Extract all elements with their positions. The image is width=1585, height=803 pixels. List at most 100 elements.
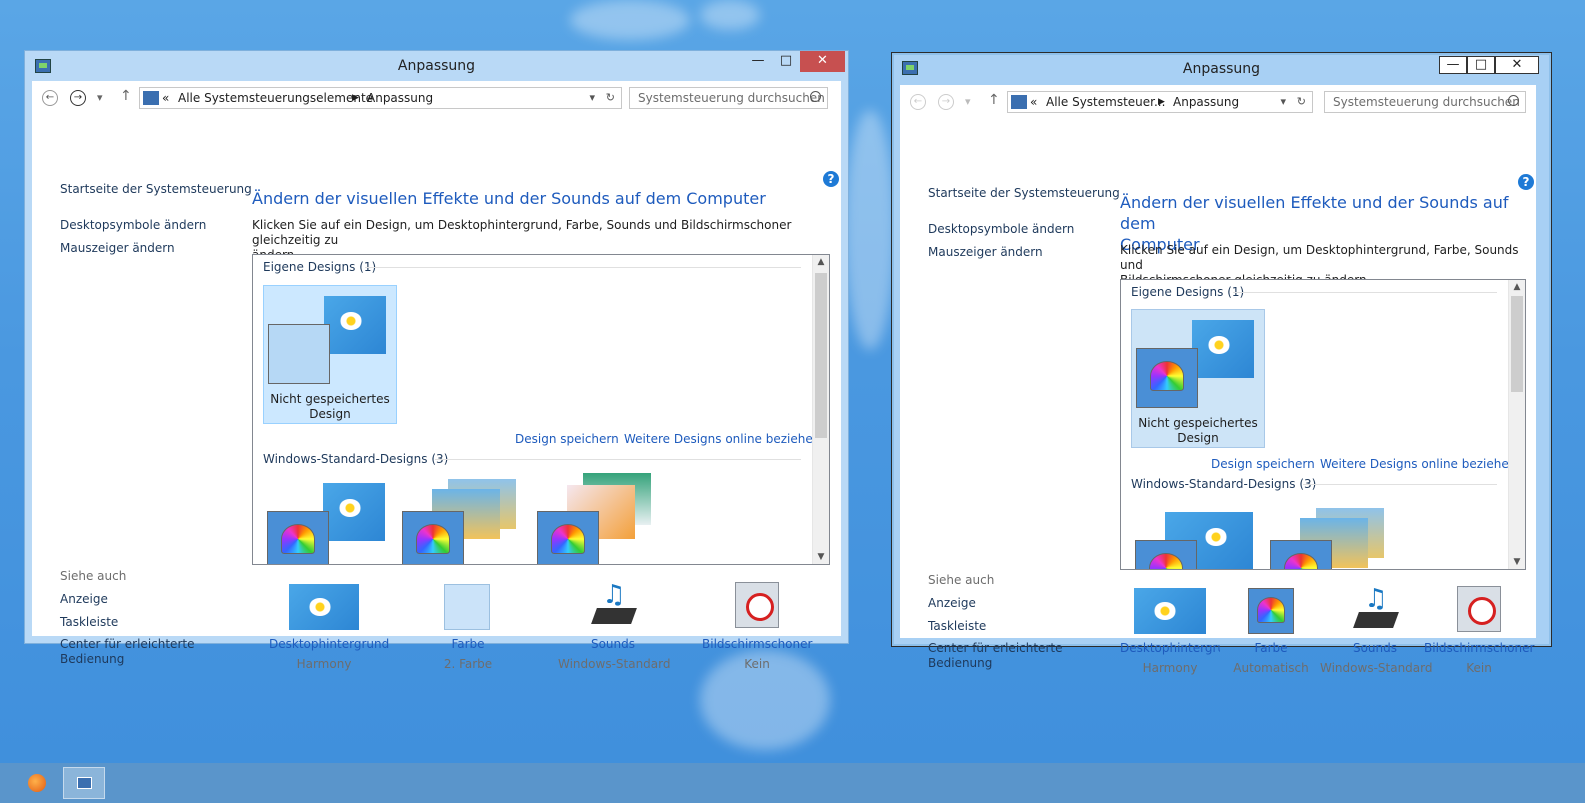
- close-button[interactable]: ✕: [800, 51, 845, 72]
- control-panel-icon: [1011, 95, 1027, 109]
- scrollbar-thumb[interactable]: [1511, 296, 1523, 392]
- up-button[interactable]: ↑: [988, 92, 1000, 108]
- breadcrumb-all-items[interactable]: Alle Systemsteuer...: [1046, 95, 1165, 109]
- desktop-background-label[interactable]: Desktophintergrund: [269, 637, 389, 651]
- color-swatch: [537, 511, 599, 564]
- screensaver-icon: [1457, 586, 1501, 632]
- maximize-button[interactable]: □: [1467, 56, 1495, 74]
- sounds-label[interactable]: Sounds: [1320, 641, 1430, 655]
- see-also-taskbar-link[interactable]: Taskleiste: [60, 615, 118, 629]
- sidebar-home-link[interactable]: Startseite der Systemsteuerung: [60, 182, 252, 196]
- design-tile-unsaved[interactable]: Nicht gespeichertes Design: [263, 285, 397, 424]
- breadcrumb-all-items[interactable]: Alle Systemsteuerungselemente: [178, 91, 373, 105]
- sidebar-home-link[interactable]: Startseite der Systemsteuerung: [928, 186, 1120, 200]
- screensaver-item[interactable]: Bildschirmschoner Kein: [1424, 582, 1534, 682]
- color-item[interactable]: Farbe Automatisch: [1230, 582, 1312, 682]
- forward-button[interactable]: →: [70, 90, 86, 106]
- search-input[interactable]: Systemsteuerung durchsuchen: [1324, 91, 1526, 113]
- design-tile-windows[interactable]: [1131, 502, 1265, 569]
- sounds-item[interactable]: ♫ Sounds Windows-Standard: [558, 578, 671, 678]
- see-also-ease-of-access-link[interactable]: Center für erleichterte Bedienung: [60, 637, 194, 667]
- maximize-button[interactable]: □: [772, 51, 800, 72]
- search-icon[interactable]: [1508, 95, 1519, 106]
- design-tile-flowers[interactable]: [533, 473, 667, 564]
- sidebar-mouse-pointer-link[interactable]: Mauszeiger ändern: [928, 245, 1043, 259]
- scroll-up-icon[interactable]: ▲: [1509, 282, 1525, 292]
- see-also-ease-of-access-link[interactable]: Center für erleichterte Bedienung: [928, 641, 1062, 671]
- back-button[interactable]: ←: [910, 94, 926, 110]
- scroll-down-icon[interactable]: ▼: [1509, 557, 1525, 567]
- taskbar-control-panel-button[interactable]: [63, 767, 105, 799]
- search-input[interactable]: Systemsteuerung durchsuchen: [629, 87, 828, 109]
- screensaver-label[interactable]: Bildschirmschoner: [702, 637, 812, 651]
- save-design-link[interactable]: Design speichern: [1211, 457, 1315, 471]
- desktop-background-item[interactable]: Desktophintergrund Harmony: [269, 578, 389, 678]
- breadcrumb-current[interactable]: Anpassung: [367, 91, 433, 105]
- help-icon[interactable]: ?: [823, 171, 839, 187]
- see-also-display-link[interactable]: Anzeige: [928, 596, 976, 610]
- wallpaper-petal: [845, 110, 895, 350]
- close-button[interactable]: ✕: [1495, 56, 1539, 74]
- desktop-background-value: Harmony: [296, 657, 352, 671]
- design-tile-unsaved[interactable]: Nicht gespeichertes Design: [1131, 309, 1265, 448]
- breadcrumb-overflow[interactable]: «: [162, 91, 169, 105]
- breadcrumb-overflow[interactable]: «: [1030, 95, 1037, 109]
- tile-label: Nicht gespeichertes Design: [264, 392, 396, 422]
- refresh-icon[interactable]: ↻: [606, 91, 615, 104]
- minimize-button[interactable]: —: [1439, 56, 1467, 74]
- title-bar[interactable]: Anpassung — □ ✕: [25, 51, 848, 81]
- up-button[interactable]: ↑: [120, 88, 132, 104]
- address-dropdown-icon[interactable]: ▾: [1280, 95, 1286, 108]
- color-label[interactable]: Farbe: [428, 637, 508, 651]
- window-client: ← → ▾ ↑ « Alle Systemsteuerungselemente …: [32, 81, 841, 671]
- scrollbar-thumb[interactable]: [815, 273, 827, 438]
- recent-pages-chevron-icon[interactable]: ▾: [965, 95, 971, 108]
- sounds-label[interactable]: Sounds: [558, 637, 668, 651]
- sidebar-desktop-icons-link[interactable]: Desktopsymbole ändern: [928, 222, 1074, 236]
- vertical-scrollbar[interactable]: ▲ ▼: [1508, 280, 1525, 569]
- screensaver-label[interactable]: Bildschirmschoner: [1424, 641, 1534, 655]
- design-thumbnail: [1192, 320, 1254, 378]
- search-icon[interactable]: [810, 91, 821, 102]
- color-swatch: [1136, 348, 1198, 408]
- breadcrumb-separator-icon[interactable]: ▶: [1158, 97, 1165, 107]
- forward-button[interactable]: →: [938, 94, 954, 110]
- tile-label-line: Design: [1177, 431, 1219, 445]
- design-tile-landscapes[interactable]: [1266, 502, 1400, 569]
- address-dropdown-icon[interactable]: ▾: [589, 91, 595, 104]
- design-list[interactable]: Eigene Designs (1) Nicht gespeichertes D…: [252, 254, 830, 565]
- see-also-heading: Siehe auch: [60, 569, 127, 583]
- personalization-window-right: Anpassung — □ ✕ ← → ▾ ↑ « Alle Systemste…: [891, 52, 1552, 675]
- recent-pages-chevron-icon[interactable]: ▾: [97, 91, 103, 104]
- screensaver-value: Kein: [744, 657, 770, 671]
- back-button[interactable]: ←: [42, 90, 58, 106]
- breadcrumb-separator-icon[interactable]: ▶: [352, 93, 359, 103]
- desktop-background-item[interactable]: Desktophintergrund Harmony: [1120, 582, 1220, 682]
- design-tile-windows[interactable]: [263, 477, 397, 564]
- more-designs-online-link[interactable]: Weitere Designs online beziehen: [1320, 457, 1516, 471]
- sounds-item[interactable]: ♫ Sounds Windows-Standard: [1320, 582, 1433, 682]
- vertical-scrollbar[interactable]: ▲ ▼: [812, 255, 829, 564]
- design-list[interactable]: Eigene Designs (1) Nicht gespeichertes D…: [1120, 279, 1526, 570]
- more-designs-online-link[interactable]: Weitere Designs online beziehen: [624, 432, 820, 446]
- design-tile-landscapes[interactable]: [398, 477, 532, 564]
- see-also-display-link[interactable]: Anzeige: [60, 592, 108, 606]
- scroll-up-icon[interactable]: ▲: [813, 257, 829, 267]
- address-bar[interactable]: « Alle Systemsteuerungselemente ▶ Anpass…: [139, 87, 622, 109]
- scroll-down-icon[interactable]: ▼: [813, 552, 829, 562]
- sidebar-mouse-pointer-link[interactable]: Mauszeiger ändern: [60, 241, 175, 255]
- minimize-button[interactable]: —: [744, 51, 772, 72]
- help-icon[interactable]: ?: [1518, 174, 1534, 190]
- refresh-icon[interactable]: ↻: [1297, 95, 1306, 108]
- address-bar[interactable]: « Alle Systemsteuer... ▶ Anpassung ▾ ↻: [1007, 91, 1313, 113]
- firefox-icon[interactable]: [28, 774, 46, 792]
- see-also-taskbar-link[interactable]: Taskleiste: [928, 619, 986, 633]
- breadcrumb-current[interactable]: Anpassung: [1173, 95, 1239, 109]
- save-design-link[interactable]: Design speichern: [515, 432, 619, 446]
- title-bar[interactable]: Anpassung — □ ✕: [892, 53, 1551, 83]
- sidebar-desktop-icons-link[interactable]: Desktopsymbole ändern: [60, 218, 206, 232]
- desktop-background-label[interactable]: Desktophintergrund: [1120, 641, 1220, 655]
- color-item[interactable]: Farbe 2. Farbe: [428, 578, 508, 678]
- screensaver-item[interactable]: Bildschirmschoner Kein: [702, 578, 812, 678]
- color-label[interactable]: Farbe: [1230, 641, 1312, 655]
